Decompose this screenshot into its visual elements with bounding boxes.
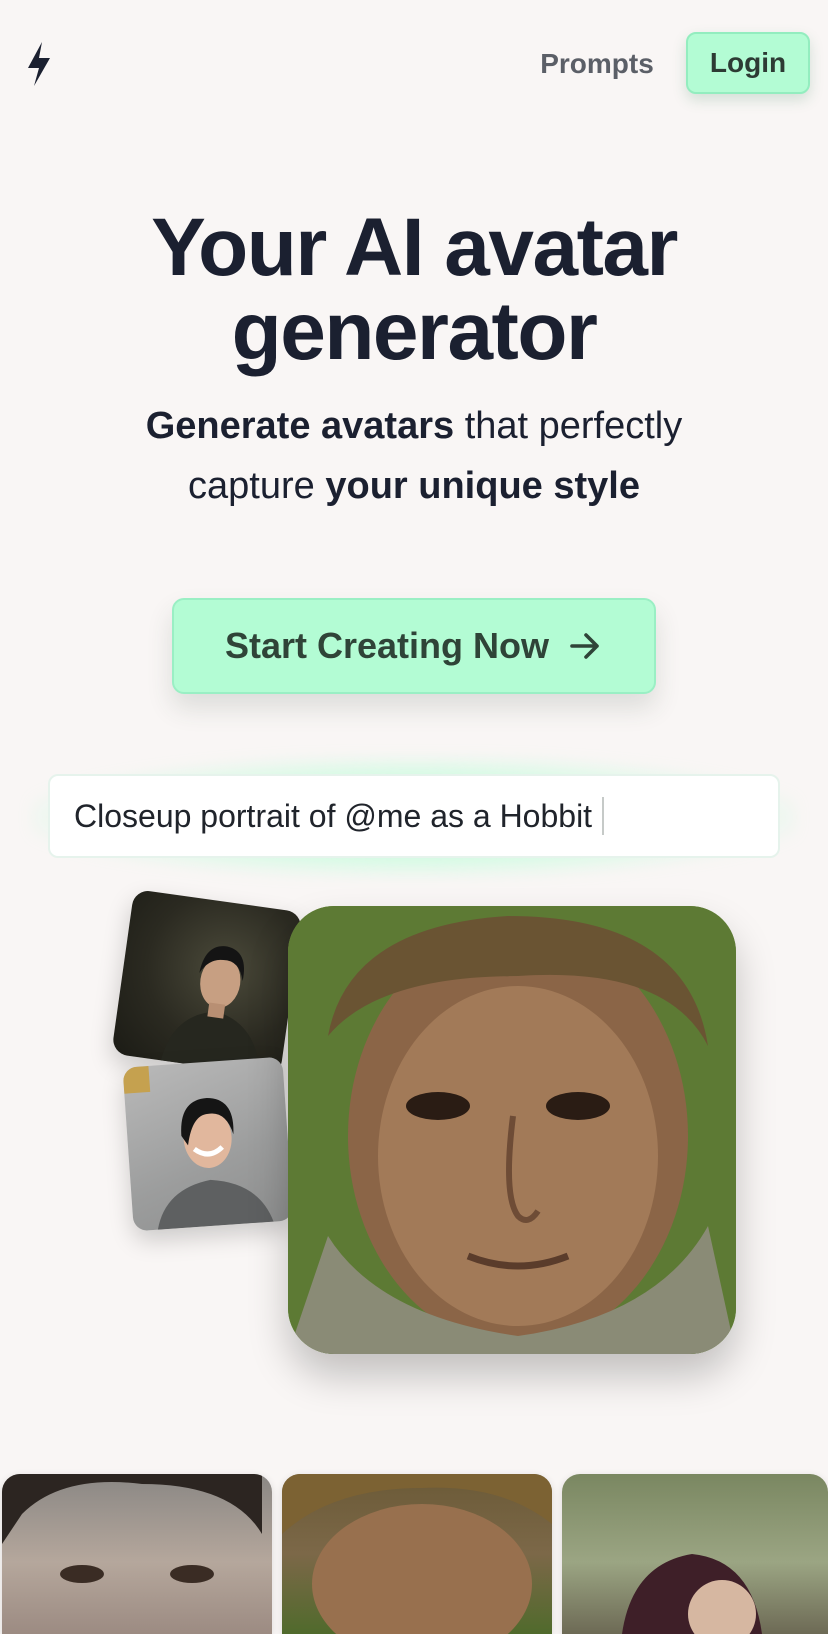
subtitle-text-2: capture — [188, 465, 326, 507]
generated-avatar-hobbit — [288, 906, 736, 1354]
prompt-input[interactable]: Closeup portrait of @me as a Hobbit — [48, 774, 780, 858]
gallery-tile-1[interactable] — [2, 1474, 272, 1634]
reference-photo-2 — [122, 1056, 294, 1232]
subtitle-text-1: that perfectly — [454, 405, 683, 447]
text-caret — [602, 797, 605, 835]
hero-subtitle: Generate avatars that perfectly capture … — [60, 396, 768, 516]
page-title: Your AI avatar generator — [40, 206, 788, 374]
nav-prompts-link[interactable]: Prompts — [532, 44, 662, 84]
title-line-2: generator — [231, 286, 598, 377]
login-button[interactable]: Login — [686, 32, 810, 94]
reference-photo-1 — [111, 888, 303, 1078]
gallery-tile-3[interactable] — [562, 1474, 828, 1634]
subtitle-bold-2: your unique style — [325, 465, 640, 507]
subtitle-bold-1: Generate avatars — [145, 405, 455, 447]
logo-lightning-icon[interactable] — [22, 40, 56, 88]
gallery-tile-2[interactable] — [282, 1474, 552, 1634]
start-creating-button[interactable]: Start Creating Now — [172, 598, 656, 694]
arrow-right-icon — [570, 633, 599, 659]
prompt-text: Closeup portrait of @me as a Hobbit — [74, 797, 593, 834]
title-line-1: Your AI avatar — [151, 202, 678, 293]
start-creating-label: Start Creating Now — [224, 625, 550, 666]
